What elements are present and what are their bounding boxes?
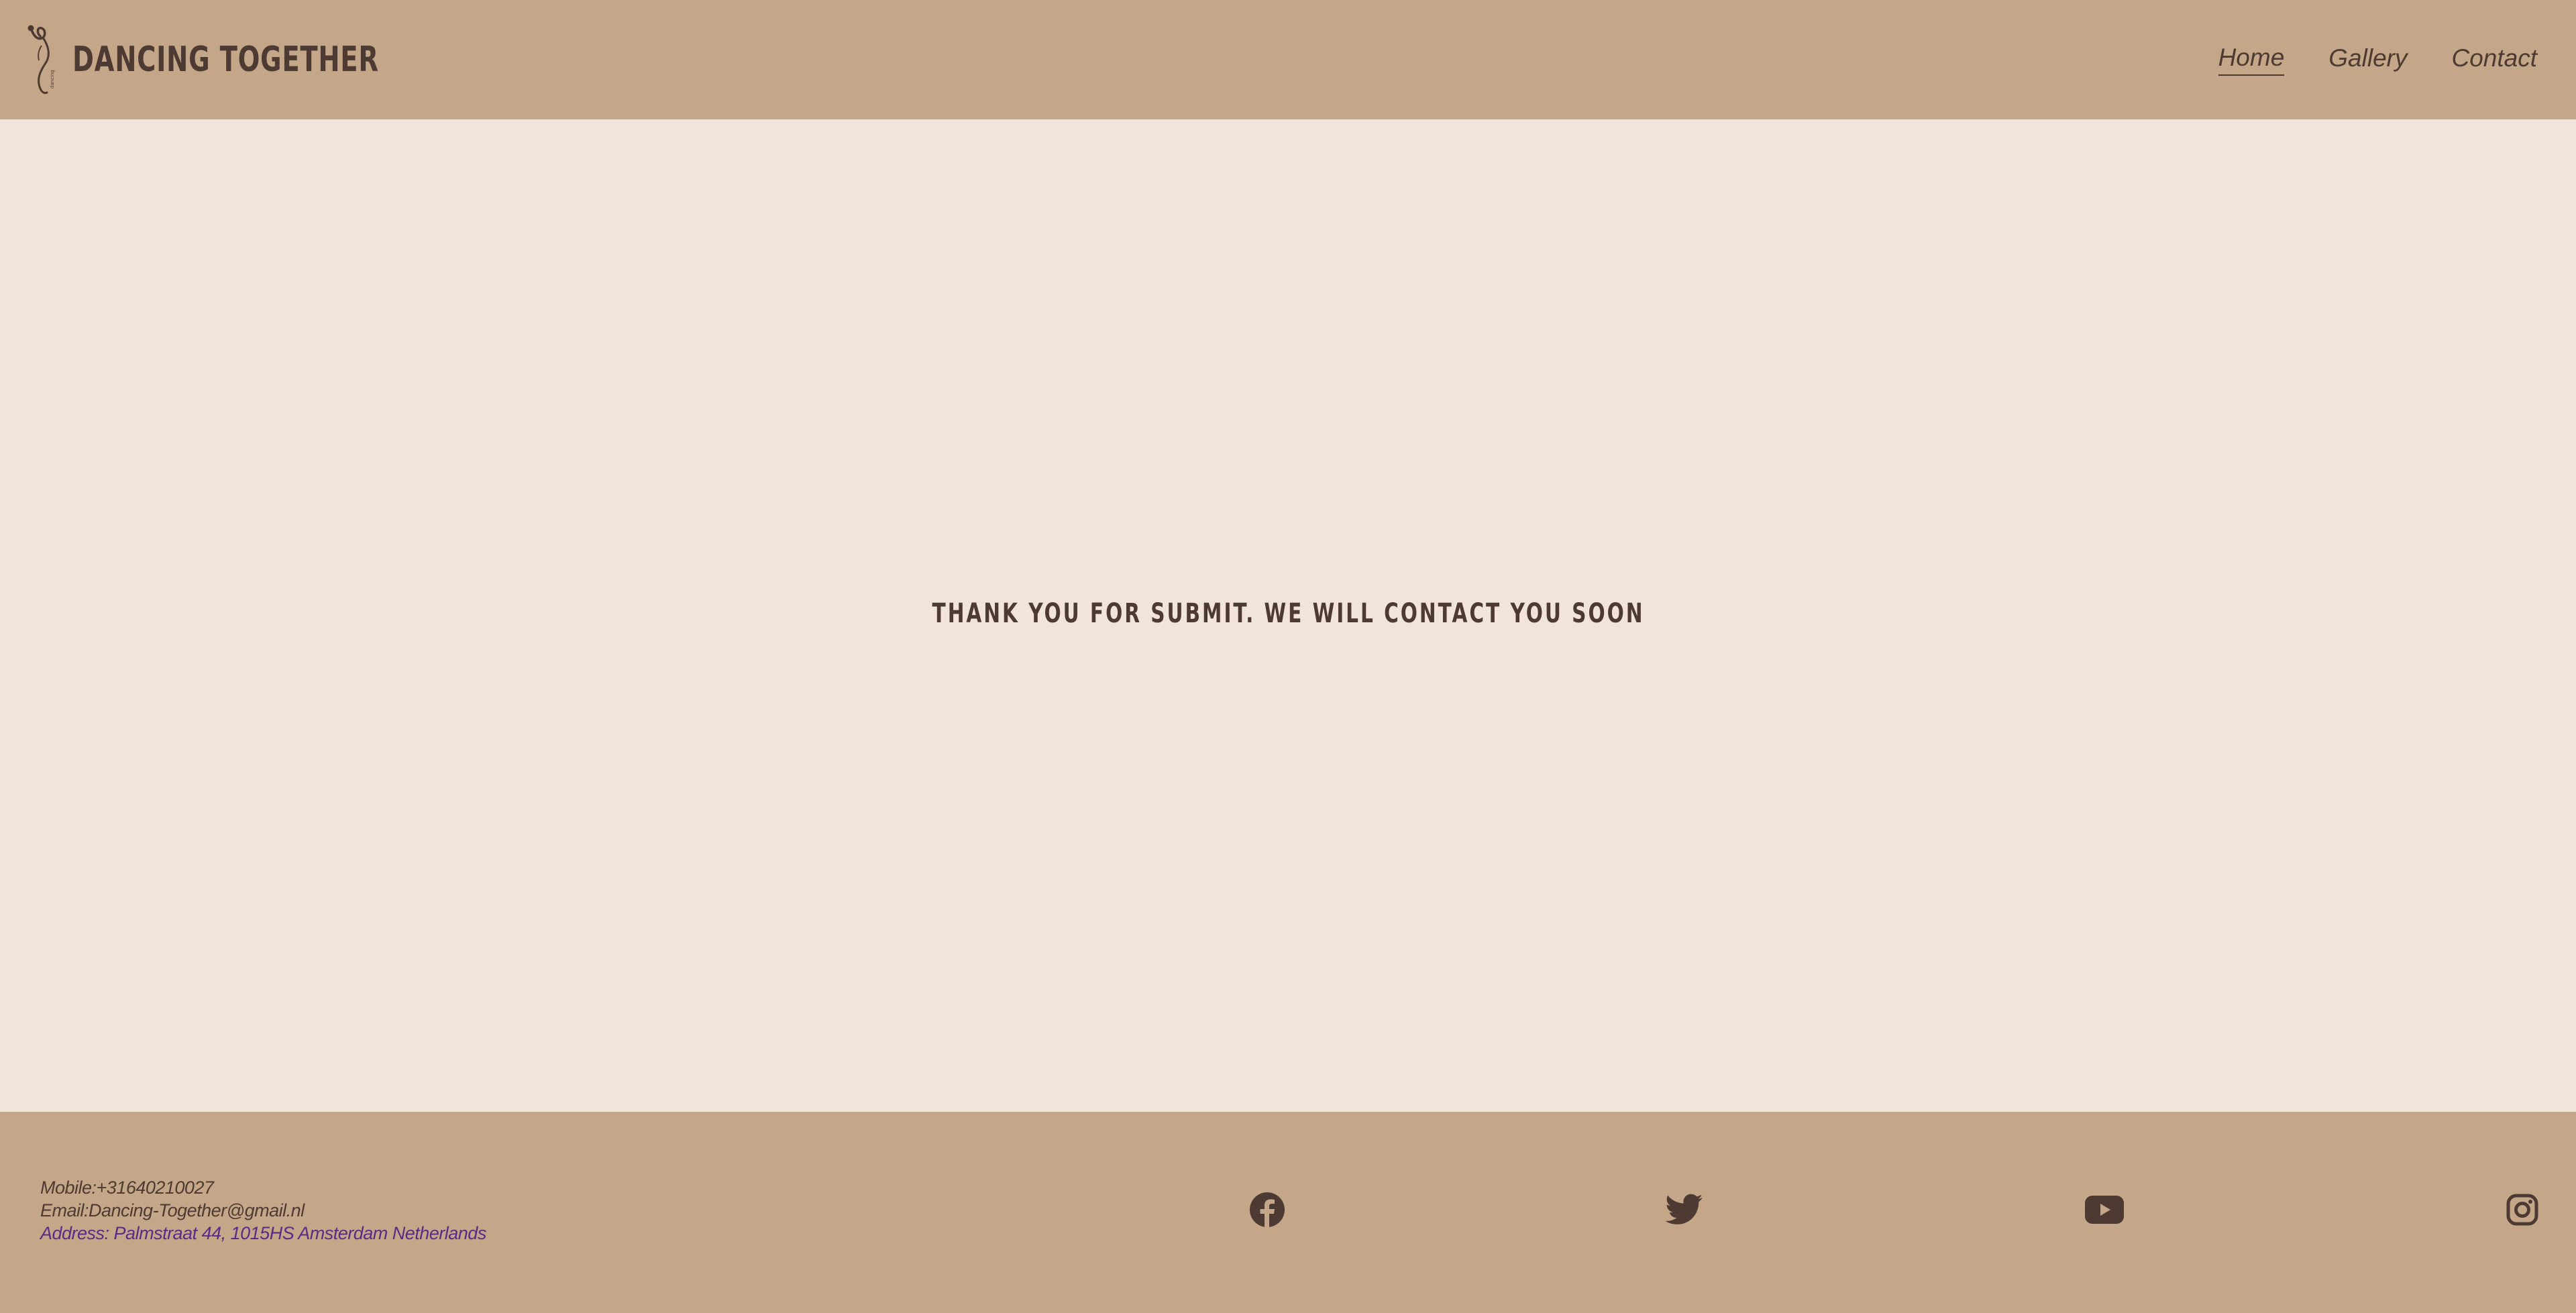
confirmation-message-container: THANK YOU FOR SUBMIT. WE WILL CONTACT YO… xyxy=(0,598,2576,629)
dancer-logo-icon: dancing xyxy=(28,25,55,95)
nav-contact-link[interactable]: Contact xyxy=(2451,44,2537,75)
address-link[interactable]: Address: Palmstraat 44, 1015HS Amsterdam… xyxy=(40,1222,486,1245)
nav-home-link[interactable]: Home xyxy=(2218,44,2285,76)
facebook-icon[interactable] xyxy=(1247,1190,1287,1230)
email-address: Email:Dancing-Together@gmail.nl xyxy=(40,1200,305,1220)
main-nav: Home Gallery Contact xyxy=(2218,44,2537,76)
brand-home-link[interactable]: dancing DANCING TOGETHER xyxy=(25,23,486,97)
confirmation-message: THANK YOU FOR SUBMIT. WE WILL CONTACT YO… xyxy=(932,598,1644,629)
svg-text:dancing: dancing xyxy=(50,70,55,89)
twitter-icon[interactable] xyxy=(1664,1190,1705,1230)
main-content: THANK YOU FOR SUBMIT. WE WILL CONTACT YO… xyxy=(0,119,2576,1112)
mobile-number: Mobile:+31640210027 xyxy=(40,1178,214,1198)
brand-name: DANCING TOGETHER xyxy=(72,40,379,80)
site-header: dancing DANCING TOGETHER Home Gallery Co… xyxy=(0,0,2576,119)
instagram-icon[interactable] xyxy=(2502,1190,2542,1230)
nav-gallery-link[interactable]: Gallery xyxy=(2328,44,2407,75)
site-footer: Mobile:+31640210027 Email:Dancing-Togeth… xyxy=(0,1112,2576,1313)
contact-info: Mobile:+31640210027 Email:Dancing-Togeth… xyxy=(40,1176,486,1245)
youtube-icon[interactable] xyxy=(2084,1190,2125,1230)
